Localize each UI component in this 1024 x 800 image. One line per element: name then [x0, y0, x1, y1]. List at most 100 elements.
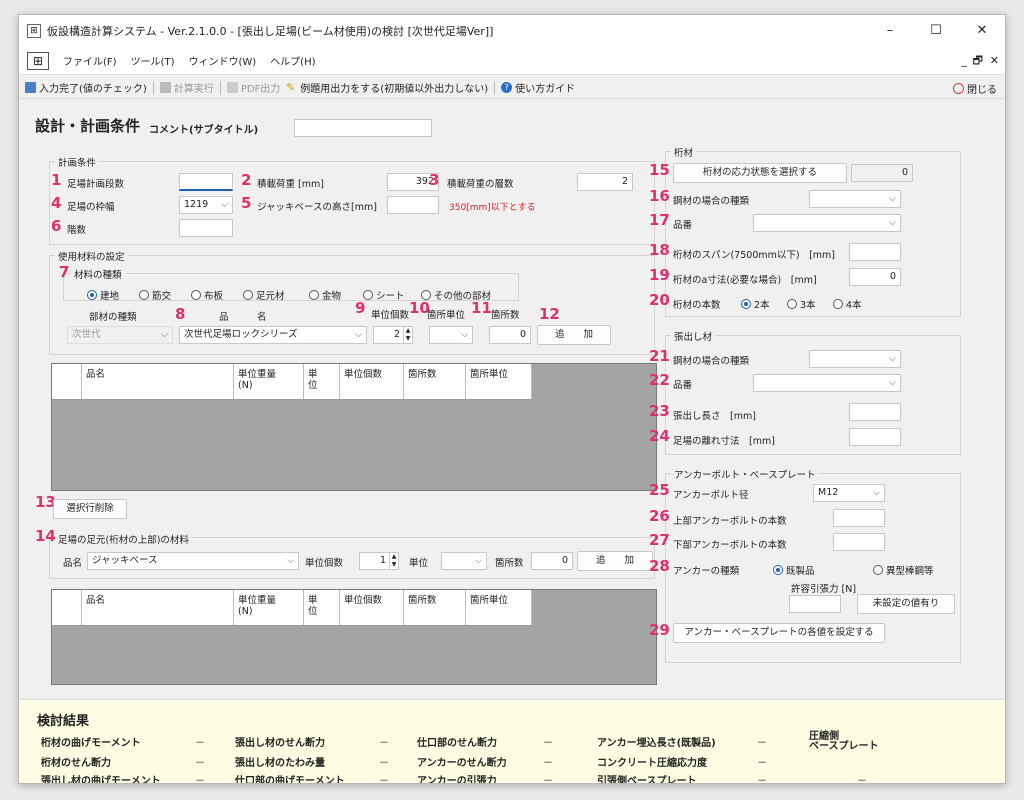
girder-span-input[interactable]: [849, 243, 901, 261]
menu-window[interactable]: ウィンドウ(W): [188, 53, 256, 68]
toolbar-separator: [152, 80, 154, 95]
spin-arrows-icon[interactable]: ▲ ▼: [403, 327, 412, 343]
add-base-button[interactable]: 追 加: [577, 551, 653, 571]
base-item-select[interactable]: ジャッキベース ⌵: [87, 552, 299, 570]
toolbar-separator: [494, 80, 496, 95]
spin-arrows-icon[interactable]: ▲ ▼: [389, 553, 398, 569]
result-value: －: [379, 758, 389, 769]
comment-label: コメント(サブタイトル): [149, 125, 259, 136]
step-input[interactable]: [179, 173, 233, 191]
kind-radio-3[interactable]: 足元材: [243, 288, 285, 302]
girder-count-radio-2[interactable]: 2本: [741, 297, 770, 311]
base-places-input[interactable]: 0: [531, 552, 573, 570]
set-anchor-values-button[interactable]: アンカー・ベースプレートの各値を設定する: [673, 623, 885, 643]
anchor-upper-input[interactable]: [833, 509, 885, 527]
menu-help[interactable]: ヘルプ(H): [270, 53, 315, 68]
places-input[interactable]: 0: [489, 326, 531, 344]
close-circle-icon: [953, 83, 964, 94]
maximize-button[interactable]: ☐: [913, 15, 959, 47]
item-select[interactable]: 次世代足場ロックシリーズ ⌵: [179, 326, 367, 344]
base-unit-count-value: 1: [379, 555, 386, 566]
result-value: －: [857, 776, 867, 784]
calc-button[interactable]: 計算実行: [159, 80, 214, 95]
count-option-label: 2本: [754, 300, 770, 311]
anchor-dia-select[interactable]: M12 ⌵: [813, 484, 885, 502]
marker-26: 26: [649, 507, 670, 525]
item-value: 次世代足場ロックシリーズ: [184, 329, 298, 340]
pdf-button[interactable]: PDF出力: [226, 80, 280, 95]
base-places-label: 箇所数: [495, 558, 524, 569]
comment-input[interactable]: [294, 119, 432, 137]
add-material-button[interactable]: 追 加: [537, 325, 611, 345]
step-label: 足場計画段数: [67, 179, 125, 190]
kind-radio-5[interactable]: シート: [363, 288, 405, 302]
overhang-gap-input[interactable]: [849, 428, 901, 446]
minimize-button[interactable]: –: [867, 15, 913, 47]
width-select[interactable]: 1219 ⌵: [179, 196, 233, 214]
mdi-minimize-button[interactable]: _: [962, 47, 968, 75]
girder-stress-value: 0: [851, 164, 913, 182]
kind-label: 筋交: [152, 291, 172, 302]
base-material-title: 足場の足元(桁材の上部)の材料: [55, 532, 192, 546]
kind-radio-1[interactable]: 筋交: [139, 288, 171, 302]
toolbar-close-button[interactable]: 閉じる: [953, 81, 997, 96]
anchor-allow-input[interactable]: [789, 595, 841, 613]
results-title: 検討結果: [37, 714, 90, 729]
logo-icon: ⊞: [27, 51, 49, 70]
mdi-close-button[interactable]: ✕: [990, 47, 999, 75]
check-button[interactable]: 入力完了(値のチェック): [25, 80, 147, 95]
delete-row-button[interactable]: 選択行削除: [53, 499, 127, 519]
menu-file[interactable]: ファイル(F): [63, 53, 117, 68]
base-unit-select[interactable]: ⌵: [441, 552, 487, 570]
kind-label: 布板: [204, 291, 224, 302]
check-icon: [25, 82, 36, 93]
result-label: 張出し材のたわみ量: [235, 758, 325, 769]
anchor-type-radio-ready[interactable]: 既製品: [773, 563, 815, 577]
kind-radio-4[interactable]: 金物: [309, 288, 341, 302]
base-grid[interactable]: 品名 単位重量 (N) 単 位 単位個数 箇所数 箇所単位: [51, 589, 657, 685]
kind-radio-2[interactable]: 布板: [191, 288, 223, 302]
result-value: －: [379, 776, 389, 784]
jack-input[interactable]: [387, 196, 439, 214]
guide-button[interactable]: ? 使い方ガイド: [501, 80, 575, 95]
kind-radio-0[interactable]: 建地: [87, 288, 119, 302]
marker-2: 2: [241, 171, 252, 189]
girder-steel-kind-select[interactable]: ⌵: [809, 190, 901, 208]
unit-count-stepper[interactable]: 2 ▲ ▼: [373, 326, 413, 344]
girder-count-radio-4[interactable]: 4本: [833, 297, 862, 311]
chevron-down-icon: ⌵: [355, 330, 362, 340]
overhang-part-select[interactable]: ⌵: [753, 374, 901, 392]
result-label: アンカーのせん断力: [417, 758, 507, 769]
girder-count-radio-3[interactable]: 3本: [787, 297, 816, 311]
marker-22: 22: [649, 371, 670, 389]
anchor-lower-label: 下部アンカーボルトの本数: [673, 540, 787, 551]
grid-header: 品名 単位重量 (N) 単 位 単位個数 箇所数 箇所単位: [52, 590, 532, 626]
overhang-steel-kind-select[interactable]: ⌵: [809, 350, 901, 368]
kind-select[interactable]: 次世代 ⌵: [67, 326, 173, 344]
radio-unchecked: [243, 290, 253, 300]
anchor-lower-input[interactable]: [833, 533, 885, 551]
grid-row-header: [52, 590, 82, 625]
marker-27: 27: [649, 531, 670, 549]
marker-21: 21: [649, 347, 670, 365]
menu-tool[interactable]: ツール(T): [131, 53, 175, 68]
radio-unchecked: [139, 290, 149, 300]
example-label: 例題用出力をする(初期値以外出力しない): [300, 84, 489, 95]
marker-16: 16: [649, 187, 670, 205]
grid-col-weight: 単位重量 (N): [234, 364, 304, 399]
window-close-button[interactable]: ✕: [959, 15, 1005, 47]
materials-grid[interactable]: 品名 単位重量 (N) 単 位 単位個数 箇所数 箇所単位: [51, 363, 657, 491]
base-unit-count-stepper[interactable]: 1 ▲ ▼: [359, 552, 399, 570]
girder-stress-button[interactable]: 桁材の応力状態を選択する: [673, 163, 847, 183]
marker-1: 1: [51, 171, 62, 189]
example-button[interactable]: ✎ 例題用出力をする(初期値以外出力しない): [286, 80, 488, 95]
unset-values-button[interactable]: 未設定の値有り: [857, 594, 955, 614]
anchor-type-radio-rebar[interactable]: 異型棒鋼等: [873, 563, 934, 577]
place-unit-select[interactable]: ⌵: [429, 326, 473, 344]
overhang-length-input[interactable]: [849, 403, 901, 421]
floors-input[interactable]: [179, 219, 233, 237]
layers-input[interactable]: 2: [577, 173, 633, 191]
mdi-restore-button[interactable]: 🗗: [973, 47, 983, 75]
girder-a-input[interactable]: 0: [849, 268, 901, 286]
girder-part-select[interactable]: ⌵: [753, 214, 901, 232]
